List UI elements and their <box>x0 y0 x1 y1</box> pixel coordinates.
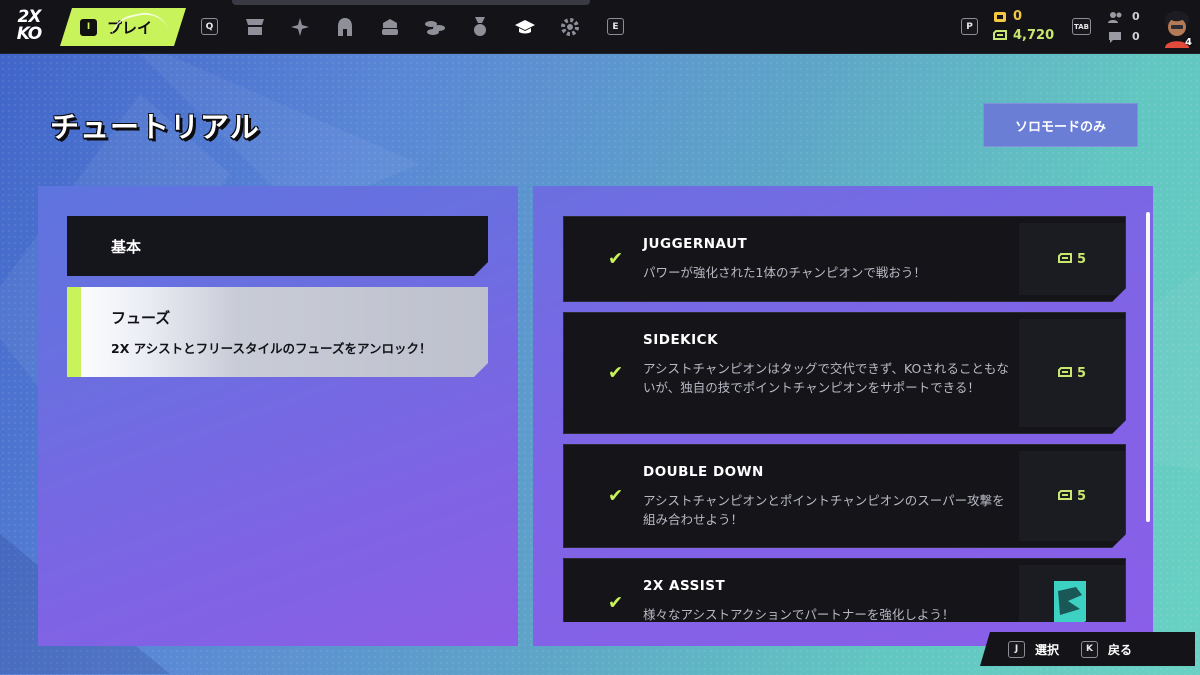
lesson-reward: 5 <box>1019 223 1125 295</box>
currency-icon <box>1058 253 1072 265</box>
currency-icon <box>1058 367 1072 379</box>
completed-check-icon: ✔ <box>608 592 624 614</box>
completed-check-icon: ✔ <box>608 248 624 270</box>
reward-banner-icon <box>1048 577 1092 622</box>
lesson-reward-item <box>1019 565 1125 622</box>
back-label: 戻る <box>1108 642 1133 657</box>
lesson-reward: 5 <box>1019 319 1125 427</box>
top-nav-bar: 2X KO I プレイ Q E P 0 4,720 TAB 0 0 4 <box>0 0 1200 54</box>
lesson-card-double-down[interactable]: ✔ DOUBLE DOWN アシストチャンピオンとポイントチャンピオンのスーパー… <box>563 444 1126 548</box>
keybind-j: J <box>1008 640 1025 658</box>
keybind-k: K <box>1081 640 1099 658</box>
friends-counter[interactable]: 0 <box>1108 10 1158 23</box>
game-logo: 2X KO <box>16 7 43 44</box>
lesson-description: アシストチャンピオンとポイントチャンピオンのスーパー攻撃を組み合わせよう！ <box>643 493 1005 527</box>
select-label: 選択 <box>1035 642 1060 657</box>
completed-check-icon: ✔ <box>608 362 624 384</box>
keybind-tab: TAB <box>1072 18 1091 35</box>
currency-icon <box>1058 490 1072 502</box>
lesson-card-juggernaut[interactable]: ✔ JUGGERNAUT パワーが強化された1体のチャンピオンで戦おう！ 5 <box>563 216 1126 302</box>
category-basic[interactable]: 基本 <box>67 216 488 276</box>
lesson-description: 様々なアシストアクションでパートナーを強化しよう！ <box>643 607 955 622</box>
page-title: チュートリアル <box>50 110 260 144</box>
champions-icon[interactable] <box>289 16 311 38</box>
solo-mode-button[interactable]: ソロモードのみ <box>983 103 1138 147</box>
completed-check-icon: ✔ <box>608 485 624 507</box>
keybind-q: Q <box>201 18 218 35</box>
lesson-list-scrollbar[interactable] <box>1146 212 1150 522</box>
tab-play[interactable]: I プレイ <box>60 8 186 46</box>
messages-counter[interactable]: 0 <box>1108 30 1158 43</box>
store-icon[interactable] <box>244 16 266 38</box>
premium-currency: 4,720 <box>993 28 1054 43</box>
lesson-title: DOUBLE DOWN <box>643 464 764 480</box>
armor-icon[interactable] <box>334 16 356 38</box>
chat-icon <box>1109 31 1121 43</box>
keybind-p: P <box>961 18 978 35</box>
settings-icon[interactable] <box>559 16 581 38</box>
category-fuse-label: フューズ <box>111 309 171 327</box>
tab-play-label: プレイ <box>107 18 153 37</box>
medal-icon[interactable] <box>469 16 491 38</box>
back-prompt[interactable]: K 戻る <box>1081 640 1133 658</box>
lesson-card-2x-assist[interactable]: ✔ 2X ASSIST 様々なアシストアクションでパートナーを強化しよう！ <box>563 558 1126 622</box>
category-basic-label: 基本 <box>111 237 142 256</box>
currency-icon <box>993 29 1007 40</box>
control-prompts: J 選択 K 戻る <box>980 632 1195 666</box>
select-prompt[interactable]: J 選択 <box>1008 640 1060 658</box>
lesson-title: SIDEKICK <box>643 332 719 348</box>
lesson-description: アシストチャンピオンはタッグで交代できず、KOされることもないが、独自の技でポイ… <box>643 361 1009 395</box>
player-avatar[interactable]: 4 <box>1160 8 1194 48</box>
cosmetics-icon[interactable] <box>379 16 401 38</box>
category-fuse-description: 2X アシストとフリースタイルのフューズをアンロック！ <box>111 341 432 356</box>
currency-icon[interactable] <box>424 16 446 38</box>
player-level: 4 <box>1185 37 1192 48</box>
keybind-e: E <box>607 18 624 35</box>
lesson-reward: 5 <box>1019 451 1125 541</box>
lesson-list[interactable]: ✔ JUGGERNAUT パワーが強化された1体のチャンピオンで戦おう！ 5 ✔… <box>563 216 1126 622</box>
gold-currency: 0 <box>993 9 1022 24</box>
friends-icon <box>1108 11 1122 23</box>
selection-indicator <box>67 287 81 377</box>
lesson-title: 2X ASSIST <box>643 578 726 594</box>
tutorial-icon[interactable] <box>514 16 536 38</box>
lesson-title: JUGGERNAUT <box>643 236 748 252</box>
gold-coin-icon <box>994 11 1006 22</box>
top-nav-indicator <box>232 0 590 5</box>
lesson-card-sidekick[interactable]: ✔ SIDEKICK アシストチャンピオンはタッグで交代できず、KOされることも… <box>563 312 1126 434</box>
lesson-description: パワーが強化された1体のチャンピオンで戦おう！ <box>643 265 926 280</box>
category-fuse[interactable]: フューズ 2X アシストとフリースタイルのフューズをアンロック！ <box>67 287 488 377</box>
keybind-i: I <box>80 19 97 36</box>
